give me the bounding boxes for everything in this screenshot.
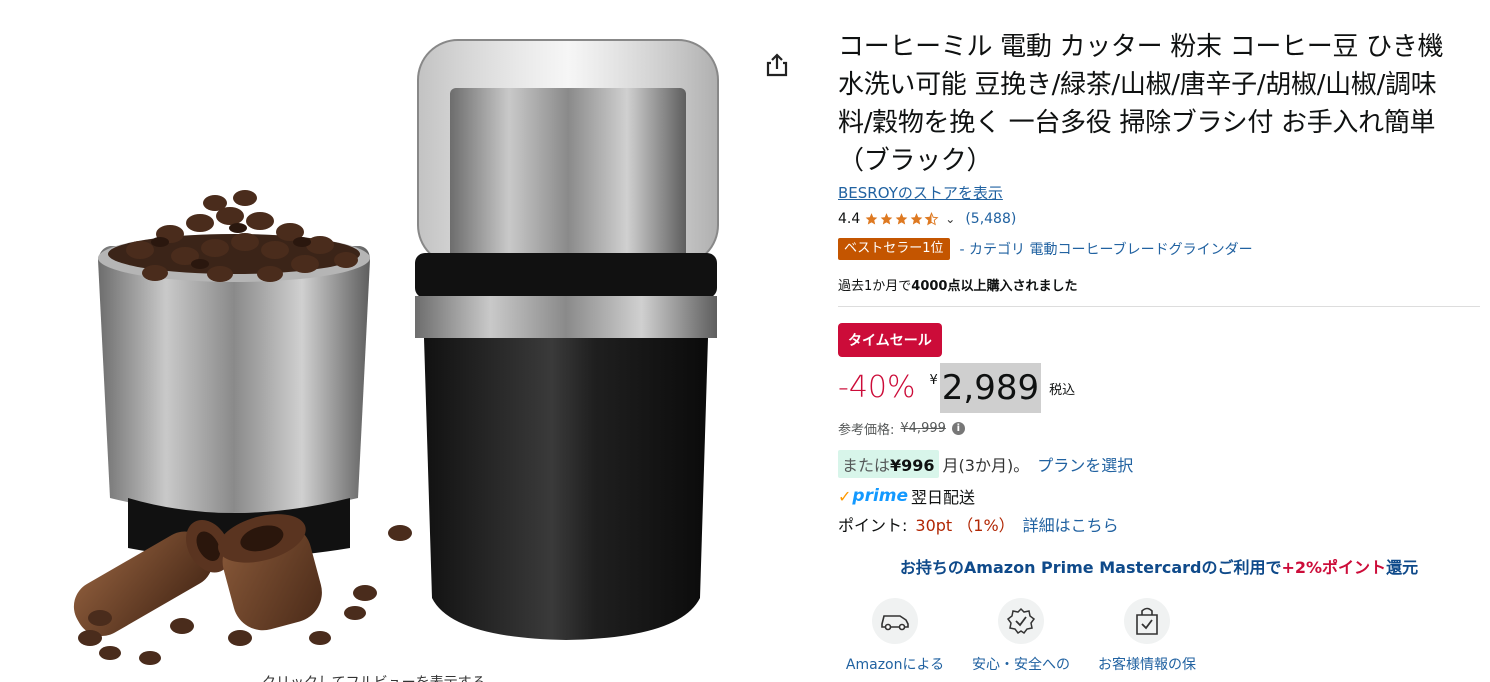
bought-prefix: 過去1か月で	[838, 279, 912, 294]
star-icon	[910, 213, 923, 225]
reference-price-label: 参考価格:	[838, 423, 895, 438]
installment-amount: ¥996	[890, 456, 935, 475]
chevron-down-icon[interactable]: ⌄	[945, 212, 955, 226]
feature-icons-row: Amazonによる 安心・安全への お客様情報の保	[840, 598, 1480, 674]
delivery-truck-icon	[872, 598, 918, 644]
safety-badge-icon	[998, 598, 1044, 644]
bestseller-category-link[interactable]: - カテゴリ 電動コーヒーブレードグラインダー	[960, 239, 1253, 259]
prime-logo: ✓ prime	[838, 486, 908, 506]
points-details-link[interactable]: 詳細はこちら	[1023, 512, 1119, 536]
points-label: ポイント:	[838, 516, 908, 535]
deal-badge: タイムセール	[838, 323, 942, 357]
installment-prefix: または	[842, 456, 891, 475]
prime-check-icon: ✓	[838, 486, 852, 506]
product-photo[interactable]	[70, 28, 730, 668]
bestseller-row: ベストセラー1位 - カテゴリ 電動コーヒーブレードグラインダー	[838, 237, 1480, 261]
bought-count: 過去1か月で4000点以上購入されました	[838, 275, 1480, 294]
feature-amazon-delivery[interactable]: Amazonによる	[840, 598, 950, 674]
bestseller-badge[interactable]: ベストセラー1位	[838, 238, 950, 260]
share-icon	[766, 53, 788, 77]
rating-row: 4.4 ⌄ (5,488)	[838, 209, 1480, 229]
divider	[838, 306, 1480, 307]
installment-row: または¥996 月(3か月)。 プランを選択	[838, 450, 1480, 478]
reference-price: ¥4,999	[900, 421, 946, 436]
price-value: 2,989	[939, 363, 1042, 413]
zoom-caption[interactable]: クリックしてフルビューを表示する	[262, 672, 486, 682]
star-icon	[895, 213, 908, 225]
prime-label: prime	[852, 486, 909, 506]
share-button[interactable]	[762, 50, 792, 80]
promo-main: お持ちのAmazon Prime Mastercardのご利用で	[899, 558, 1282, 577]
mastercard-promo[interactable]: お持ちのAmazon Prime Mastercardのご利用で+2%ポイント還…	[838, 554, 1480, 578]
store-link[interactable]: BESROYのストアを表示	[838, 182, 1003, 203]
feature-label: お客様情報の保	[1098, 657, 1196, 673]
star-icon	[865, 213, 878, 225]
promo-suffix: 還元	[1386, 558, 1419, 577]
feature-label: 安心・安全への	[972, 657, 1070, 673]
discount-percent: -40%	[838, 370, 916, 405]
feature-label: Amazonによる	[845, 657, 945, 673]
half-star-icon	[924, 212, 939, 226]
prime-delivery-row: ✓ prime 翌日配送	[838, 484, 1480, 508]
installment-months: 月(3か月)。	[942, 456, 1030, 475]
installment-chip: または¥996	[838, 450, 939, 478]
review-count-link[interactable]: (5,488)	[965, 211, 1016, 227]
reference-price-row: 参考価格: ¥4,999 i	[838, 419, 1480, 438]
feature-secure-info[interactable]: お客様情報の保	[1092, 598, 1202, 674]
points-value: 30pt （1%）	[915, 516, 1015, 535]
price-row: -40% ¥ 2,989 税込	[838, 363, 1480, 413]
promo-accent: +2%ポイント	[1281, 558, 1387, 577]
currency-symbol: ¥	[929, 373, 938, 388]
delivery-text: 翌日配送	[911, 488, 976, 507]
star-rating[interactable]	[864, 212, 939, 226]
product-image-area: クリックしてフルビューを表示する	[0, 0, 800, 682]
secure-bag-icon	[1124, 598, 1170, 644]
feature-safety[interactable]: 安心・安全への	[966, 598, 1076, 674]
product-details: コーヒーミル 電動 カッター 粉末 コーヒー豆 ひき機 水洗い可能 豆挽き/緑茶…	[838, 28, 1480, 674]
rating-value: 4.4	[838, 211, 861, 227]
points-row: ポイント: 30pt （1%） 詳細はこちら	[838, 512, 1480, 536]
tax-label: 税込	[1049, 383, 1076, 398]
star-icon	[880, 213, 893, 225]
bought-count-bold: 4000点以上購入されました	[911, 279, 1078, 294]
product-title: コーヒーミル 電動 カッター 粉末 コーヒー豆 ひき機 水洗い可能 豆挽き/緑茶…	[838, 32, 1444, 176]
select-plan-link[interactable]: プランを選択	[1037, 452, 1133, 476]
info-icon[interactable]: i	[951, 422, 965, 435]
